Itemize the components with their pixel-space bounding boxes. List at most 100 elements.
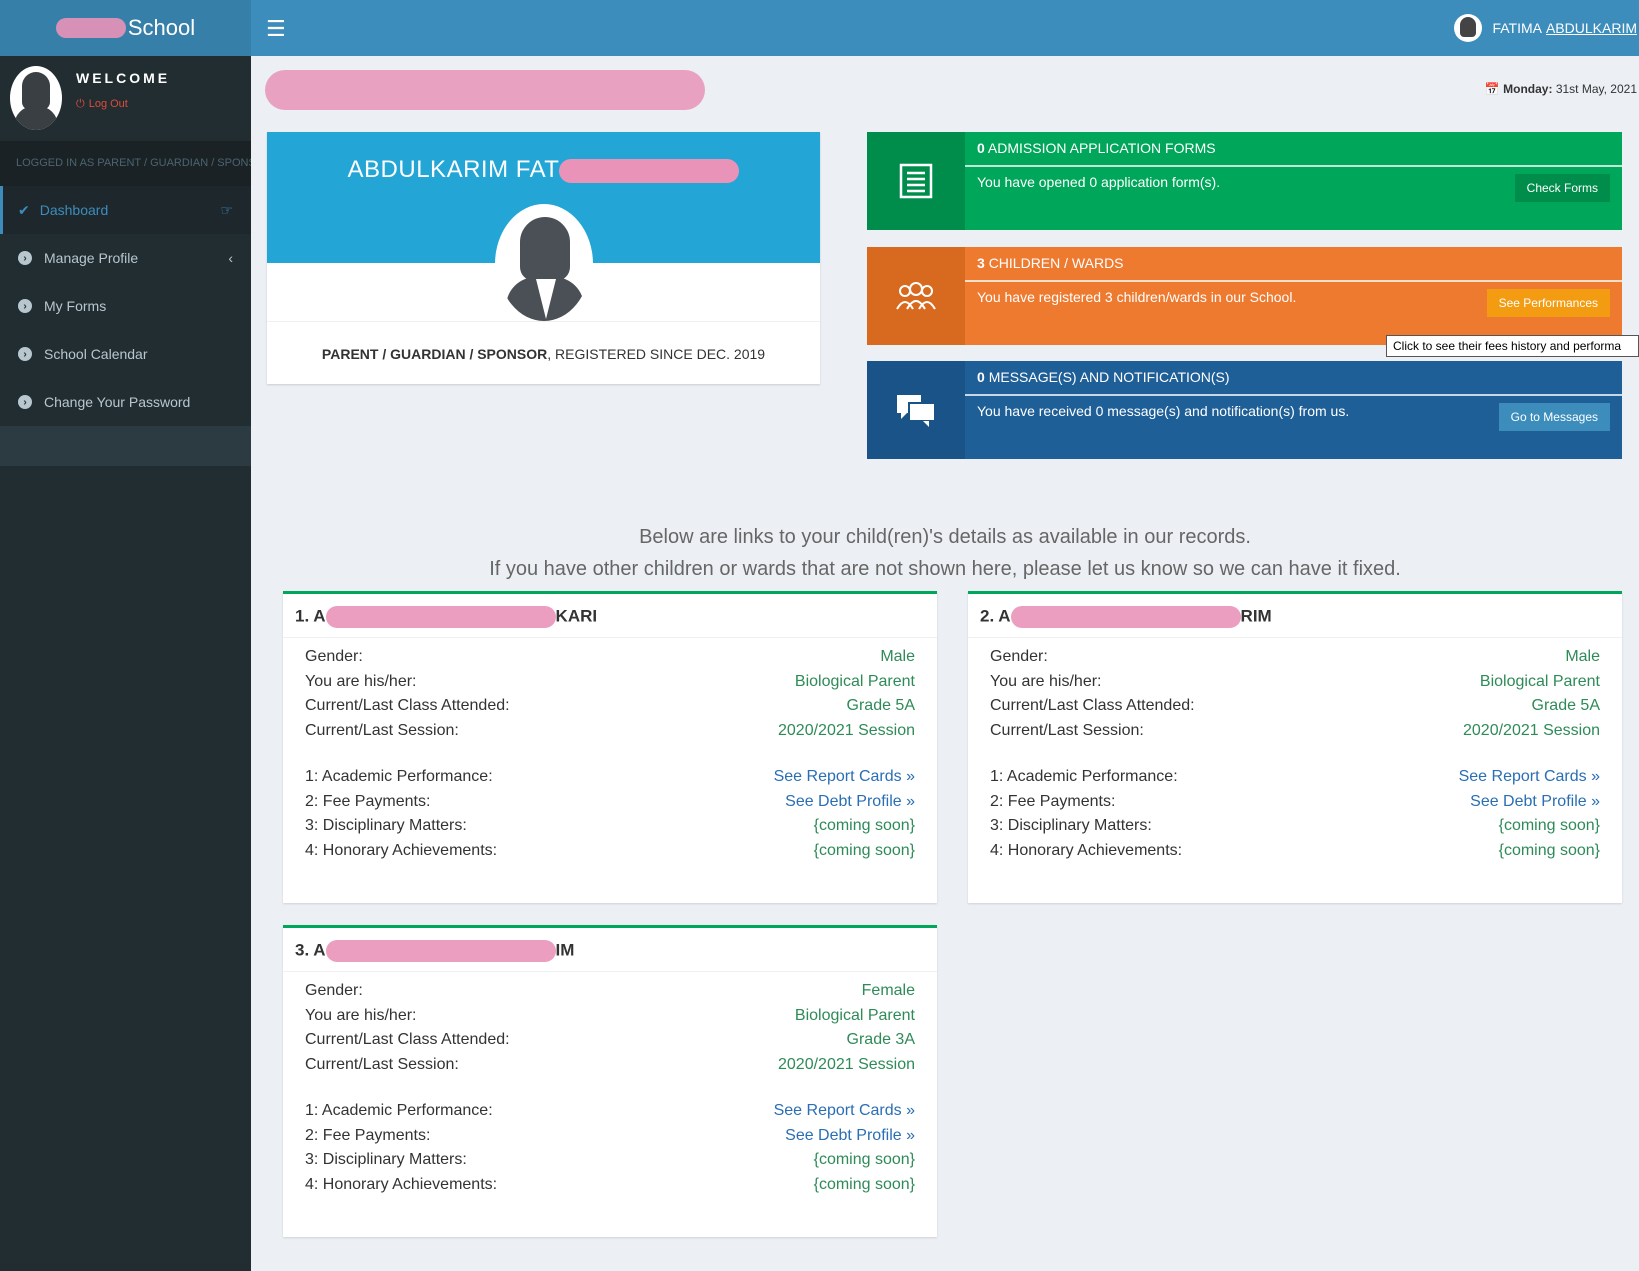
sidebar-item-label: Dashboard [39,202,109,218]
relation-value: Biological Parent [794,672,915,690]
circle-arrow-icon: › [18,347,32,361]
relation-label: You are his/her: [305,672,417,690]
sidebar-footer [0,426,251,466]
session-label: Current/Last Session: [990,721,1144,739]
sidebar-user-panel: WELCOME ⏻ Log Out [0,56,251,141]
page-title-redaction [265,70,705,110]
child-card-1: 1. A KARI Gender: Male You are his/her: Bio… [283,591,937,903]
circle-arrow-icon: › [18,251,32,265]
gender-label: Gender: [990,648,1048,665]
box-divider [965,165,1622,167]
gender-value: Female [861,982,915,999]
user-avatar-icon [1454,14,1483,42]
sidebar-item-label: Change Your Password [44,394,191,410]
session-value: 2020/2021 Session [778,721,915,739]
relation-label: You are his/her: [305,1006,417,1024]
sidebar-item-change-password[interactable]: › Change Your Password [0,378,251,426]
sidebar-item-label: Manage Profile [44,250,139,266]
messages-box: 0 MESSAGE(S) AND NOTIFICATION(S) You hav… [867,361,1622,459]
academic-label: 1: Academic Performance: [990,768,1178,785]
academic-label: 1: Academic Performance: [305,1102,493,1119]
sidebar-item-label: My Forms [44,298,107,314]
honors-label: 4: Honorary Achievements: [305,1175,498,1193]
fees-label: 2: Fee Payments: [990,792,1116,810]
class-value: Grade 3A [846,1031,915,1048]
discipline-label: 3: Disciplinary Matters: [990,817,1152,834]
current-date: 📅 Monday: 31st May, 2021 [1484,82,1637,96]
sidebar-item-school-calendar[interactable]: › School Calendar [0,330,251,378]
sidebar-avatar-icon [10,66,62,130]
fees-label: 2: Fee Payments: [305,792,431,810]
chevron-left-icon: ‹ [228,250,233,266]
logo[interactable]: School [0,0,251,56]
child-name: 3. A IM [283,928,937,972]
circle-arrow-icon: › [18,299,32,313]
discipline-label: 3: Disciplinary Matters: [305,1151,467,1168]
session-label: Current/Last Session: [305,1055,459,1073]
box-divider [965,280,1622,282]
calendar-icon: 📅 [1484,82,1500,96]
debt-profile-link[interactable]: See Debt Profile » [785,793,915,818]
box-title: 0 ADMISSION APPLICATION FORMS [977,140,1216,156]
discipline-value: {coming soon} [813,1151,915,1168]
honors-value: {coming soon} [813,841,915,859]
class-value: Grade 5A [1531,697,1600,714]
gender-label: Gender: [305,982,363,999]
users-icon [867,247,965,345]
sidebar-header: LOGGED IN AS PARENT / GUARDIAN / SPONSOR [0,141,251,186]
sidebar-item-manage-profile[interactable]: › Manage Profile ‹ [0,234,251,282]
box-title: 3 CHILDREN / WARDS [977,255,1124,271]
debt-profile-link[interactable]: See Debt Profile » [1470,793,1600,818]
logo-text: School [127,15,196,40]
debt-profile-link[interactable]: See Debt Profile » [785,1127,915,1152]
check-icon: ✔ [18,201,30,218]
menu-toggle-icon[interactable]: ☰ [266,16,286,42]
hand-pointer-icon: ☞ [220,201,233,218]
session-value: 2020/2021 Session [1463,721,1600,739]
user-last-name[interactable]: ABDULKARIM [1546,20,1637,36]
power-icon: ⏻ [76,98,85,110]
user-first-name: FATIMA [1492,20,1542,36]
sidebar-item-my-forms[interactable]: › My Forms [0,282,251,330]
children-box: 3 CHILDREN / WARDS You have registered 3… [867,247,1622,345]
gender-value: Male [880,648,915,665]
sidebar-item-label: School Calendar [44,346,148,362]
gender-value: Male [1565,648,1600,665]
see-performances-button[interactable]: See Performances [1486,289,1610,317]
discipline-value: {coming soon} [813,817,915,834]
tooltip: Click to see their fees history and perf… [1386,335,1639,357]
box-text: You have received 0 message(s) and notif… [977,403,1350,419]
child-name: 2. A RIM [968,594,1622,638]
class-value: Grade 5A [846,697,915,714]
report-cards-link[interactable]: See Report Cards » [774,1102,915,1127]
children-intro: Below are links to your child(ren)'s det… [489,526,1401,580]
academic-label: 1: Academic Performance: [305,768,493,785]
gender-label: Gender: [305,648,363,665]
profile-name: ABDULKARIM FAT [347,156,560,183]
name-redaction [559,158,740,183]
child-card-2: 2. A RIM Gender: Male You are his/her: Biol… [968,591,1622,903]
child-name: 1. A KARI [283,594,937,638]
report-cards-link[interactable]: See Report Cards » [1459,768,1600,793]
honors-label: 4: Honorary Achievements: [990,841,1183,859]
welcome-text: WELCOME [76,70,171,86]
main-content: 📅 Monday: 31st May, 2021 ABDULKARIM FAT … [251,56,1639,1271]
child-name-redaction [325,940,556,962]
go-to-messages-button[interactable]: Go to Messages [1498,403,1610,431]
honors-value: {coming soon} [1498,841,1600,859]
logout-link[interactable]: ⏻ Log Out [76,98,128,111]
discipline-value: {coming soon} [1498,817,1600,834]
class-label: Current/Last Class Attended: [305,697,510,714]
admission-forms-box: 0 ADMISSION APPLICATION FORMS You have o… [867,132,1622,230]
report-cards-link[interactable]: See Report Cards » [774,768,915,793]
check-forms-button[interactable]: Check Forms [1514,174,1610,202]
box-text: You have opened 0 application form(s). [977,174,1221,190]
session-value: 2020/2021 Session [778,1055,915,1073]
document-list-icon [867,132,965,230]
fees-label: 2: Fee Payments: [305,1126,431,1144]
sidebar-item-dashboard[interactable]: ✔ Dashboard ☞ [0,186,251,234]
child-name-redaction [1010,606,1241,628]
profile-card: ABDULKARIM FAT PARENT / GUARDIAN / SPONS… [267,132,820,384]
relation-value: Biological Parent [1479,672,1600,690]
user-menu[interactable]: FATIMA ABDULKARIM [1454,0,1637,56]
